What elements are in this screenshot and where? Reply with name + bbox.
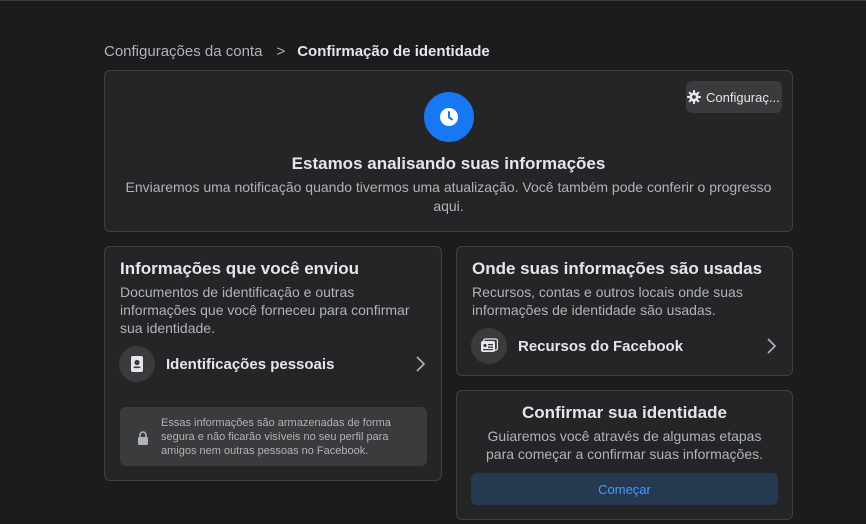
info-usage-card: Onde suas informações são usadas Recurso…	[456, 246, 793, 376]
breadcrumb: Configurações da conta > Confirmação de …	[104, 41, 490, 61]
chevron-right-icon	[767, 338, 777, 354]
breadcrumb-separator: >	[276, 42, 286, 60]
lock-icon	[138, 431, 148, 445]
info-usage-description: Recursos, contas e outros locais onde su…	[472, 284, 743, 318]
breadcrumb-account-settings[interactable]: Configurações da conta	[104, 43, 262, 60]
submitted-info-card: Informações que você enviou Documentos d…	[104, 246, 442, 481]
settings-button[interactable]: Configuraç...	[686, 81, 782, 113]
facebook-resources-item[interactable]: Recursos do Facebook	[471, 327, 778, 365]
facebook-resources-label: Recursos do Facebook	[518, 337, 684, 355]
id-document-icon	[119, 346, 155, 382]
top-divider	[0, 0, 866, 1]
confirm-identity-description: Guiaremos você através de algumas etapas…	[486, 428, 763, 462]
personal-ids-item[interactable]: Identificações pessoais	[119, 345, 427, 383]
clock-icon	[424, 92, 474, 142]
status-title: Estamos analisando suas informações	[291, 154, 606, 173]
confirm-identity-card: Confirmar sua identidade Guiaremos você …	[456, 390, 793, 520]
id-card-icon	[471, 328, 507, 364]
start-button[interactable]: Começar	[471, 473, 778, 505]
privacy-notice-text: Essas informações são armazenadas de for…	[161, 417, 391, 457]
privacy-notice: Essas informações são armazenadas de for…	[120, 407, 427, 466]
breadcrumb-current-page: Confirmação de identidade	[297, 42, 490, 60]
gear-icon	[687, 90, 701, 104]
review-status-card: Configuraç... Estamos analisando suas in…	[104, 70, 793, 232]
personal-ids-label: Identificações pessoais	[166, 355, 335, 373]
settings-button-label: Configuraç...	[706, 89, 780, 105]
submitted-info-title: Informações que você enviou	[120, 259, 360, 278]
status-description: Enviaremos uma notificação quando tiverm…	[125, 179, 772, 214]
chevron-right-icon	[416, 356, 426, 372]
info-usage-title: Onde suas informações são usadas	[472, 259, 763, 278]
confirm-identity-title: Confirmar sua identidade	[522, 403, 727, 422]
submitted-info-description: Documentos de identificação e outras inf…	[120, 284, 410, 336]
